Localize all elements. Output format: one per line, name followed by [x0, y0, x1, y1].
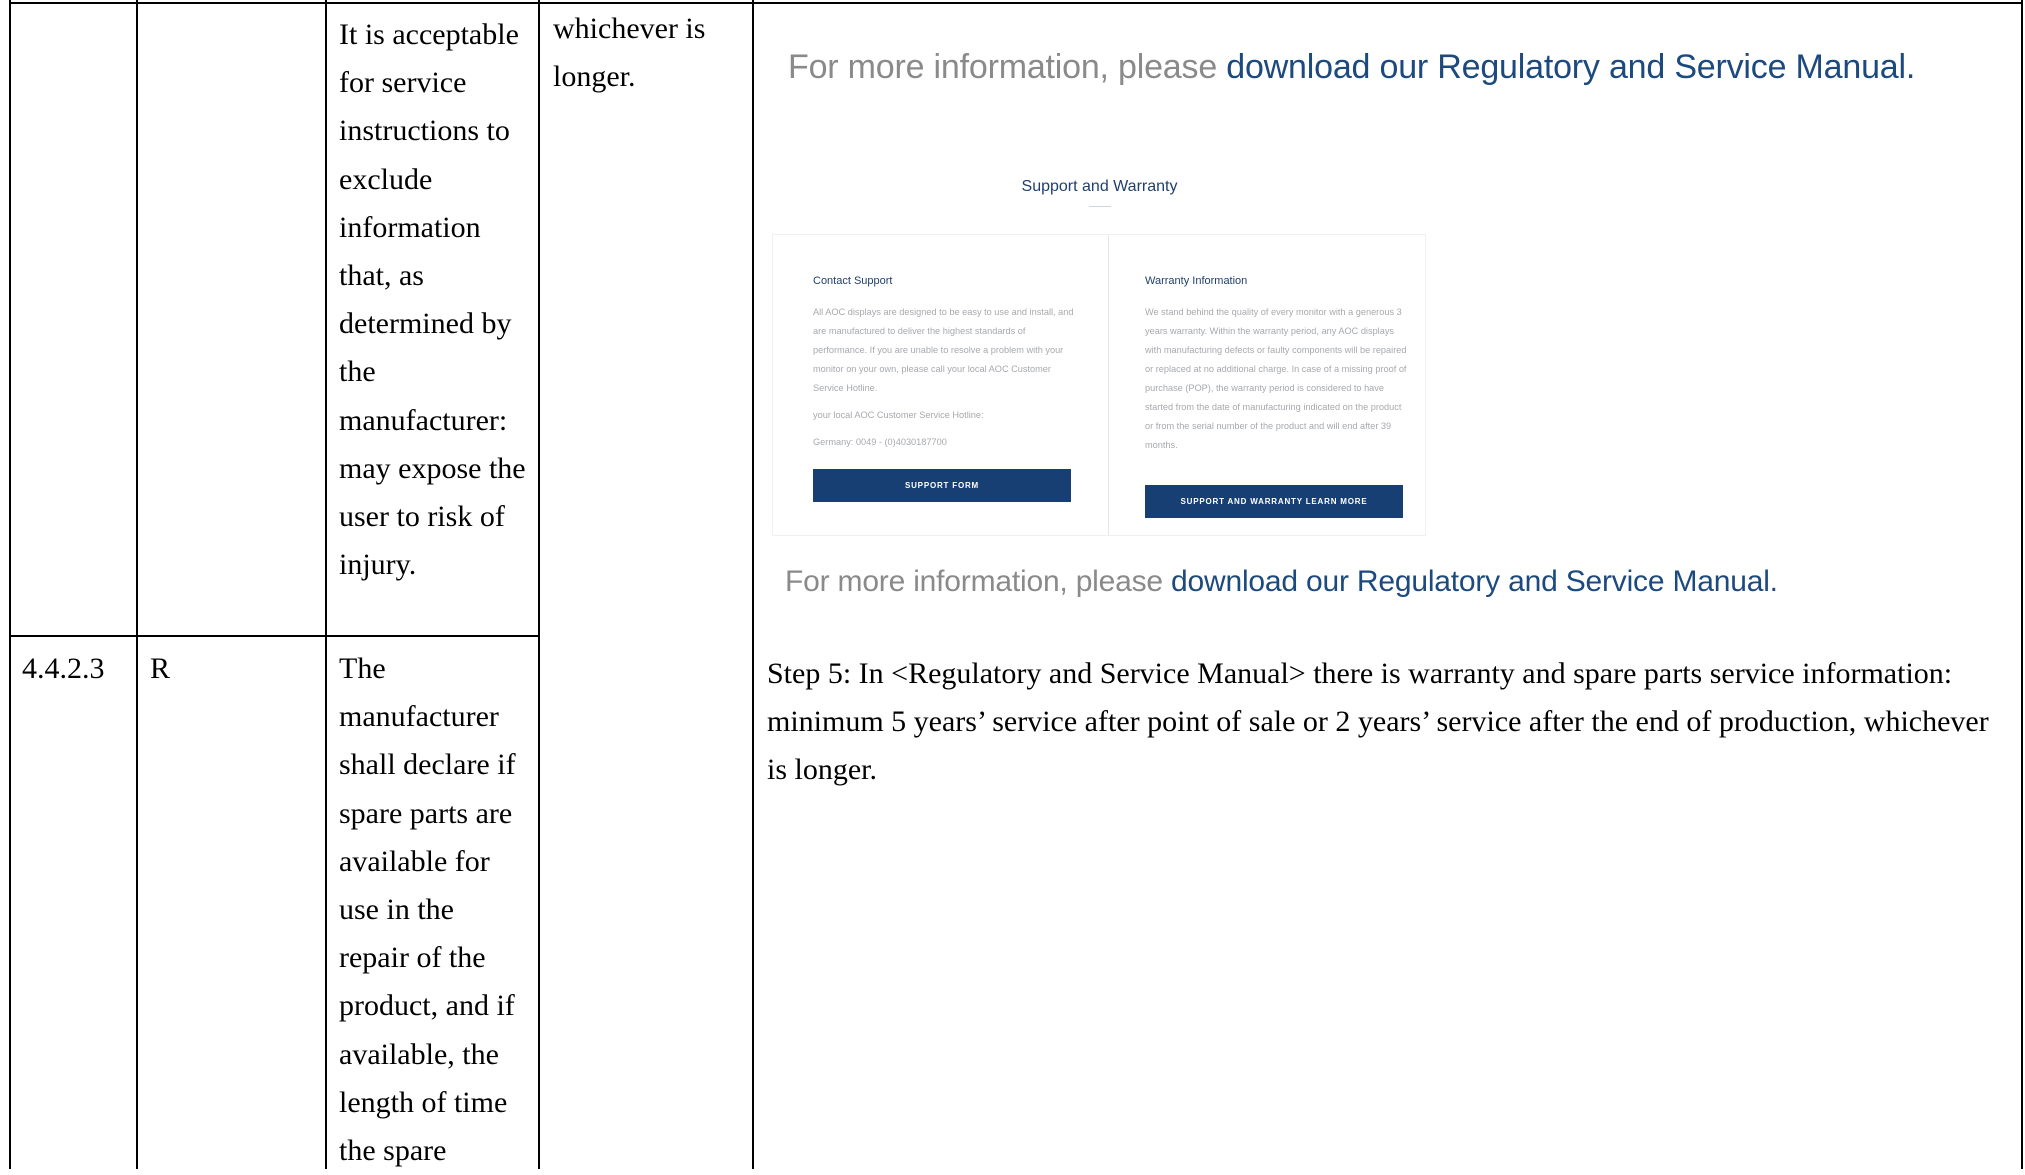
table-border-col2 [325, 0, 327, 1169]
info-prefix: For more information, please [788, 48, 1227, 86]
table-border-left [9, 0, 11, 1169]
warranty-paragraph: We stand behind the quality of every mon… [1145, 307, 1407, 450]
screenshot-title: Support and Warranty [1021, 178, 1178, 195]
contact-support-panel: Contact Support All AOC displays are des… [772, 234, 1109, 536]
table-border-right [2021, 0, 2023, 1169]
info-period: . [1905, 48, 1916, 86]
contact-support-body: All AOC displays are designed to be easy… [813, 303, 1075, 460]
row2-clause-number: 4.4.2.3 [22, 652, 105, 685]
table-border-col4 [752, 0, 754, 1169]
info-line-top: For more information, please download ou… [788, 48, 1915, 87]
warranty-info-body: We stand behind the quality of every mon… [1145, 303, 1407, 463]
contact-support-title: Contact Support [813, 275, 893, 287]
warranty-learn-more-button[interactable]: SUPPORT AND WARRANTY LEARN MORE [1145, 485, 1403, 518]
support-form-button[interactable]: SUPPORT FORM [813, 469, 1071, 502]
hotline-number: Germany: 0049 - (0)4030187700 [813, 437, 947, 447]
info-period-2: . [1769, 565, 1778, 598]
table-row-divider [9, 635, 539, 637]
table-border-col3 [538, 0, 540, 1169]
table-border-top [9, 2, 2022, 4]
document-page: It is acceptable for service instruction… [0, 0, 2025, 1169]
manual-download-link-2[interactable]: download our Regulatory and Service Manu… [1171, 565, 1770, 598]
table-border-col1 [136, 0, 138, 1169]
warranty-info-panel: Warranty Information We stand behind the… [1108, 234, 1426, 536]
row2-type: R [150, 652, 171, 685]
row1-col4-text: whichever is longer. [553, 12, 706, 94]
title-underline [1089, 206, 1111, 207]
row2-requirement-text: The manufacturer shall declare if spare … [339, 652, 516, 1168]
contact-paragraph: All AOC displays are designed to be easy… [813, 307, 1074, 393]
info-prefix-2: For more information, please [785, 565, 1172, 598]
step5-text: Step 5: In <Regulatory and Service Manua… [767, 657, 1989, 786]
manual-download-link[interactable]: download our Regulatory and Service Manu… [1226, 48, 1906, 86]
hotline-label: your local AOC Customer Service Hotline: [813, 410, 984, 420]
info-line-bottom: For more information, please download ou… [785, 565, 1778, 599]
support-warranty-screenshot: Support and Warranty Contact Support All… [772, 168, 1427, 536]
warranty-info-title: Warranty Information [1145, 275, 1248, 287]
row1-requirement-text: It is acceptable for service instruction… [339, 18, 526, 582]
